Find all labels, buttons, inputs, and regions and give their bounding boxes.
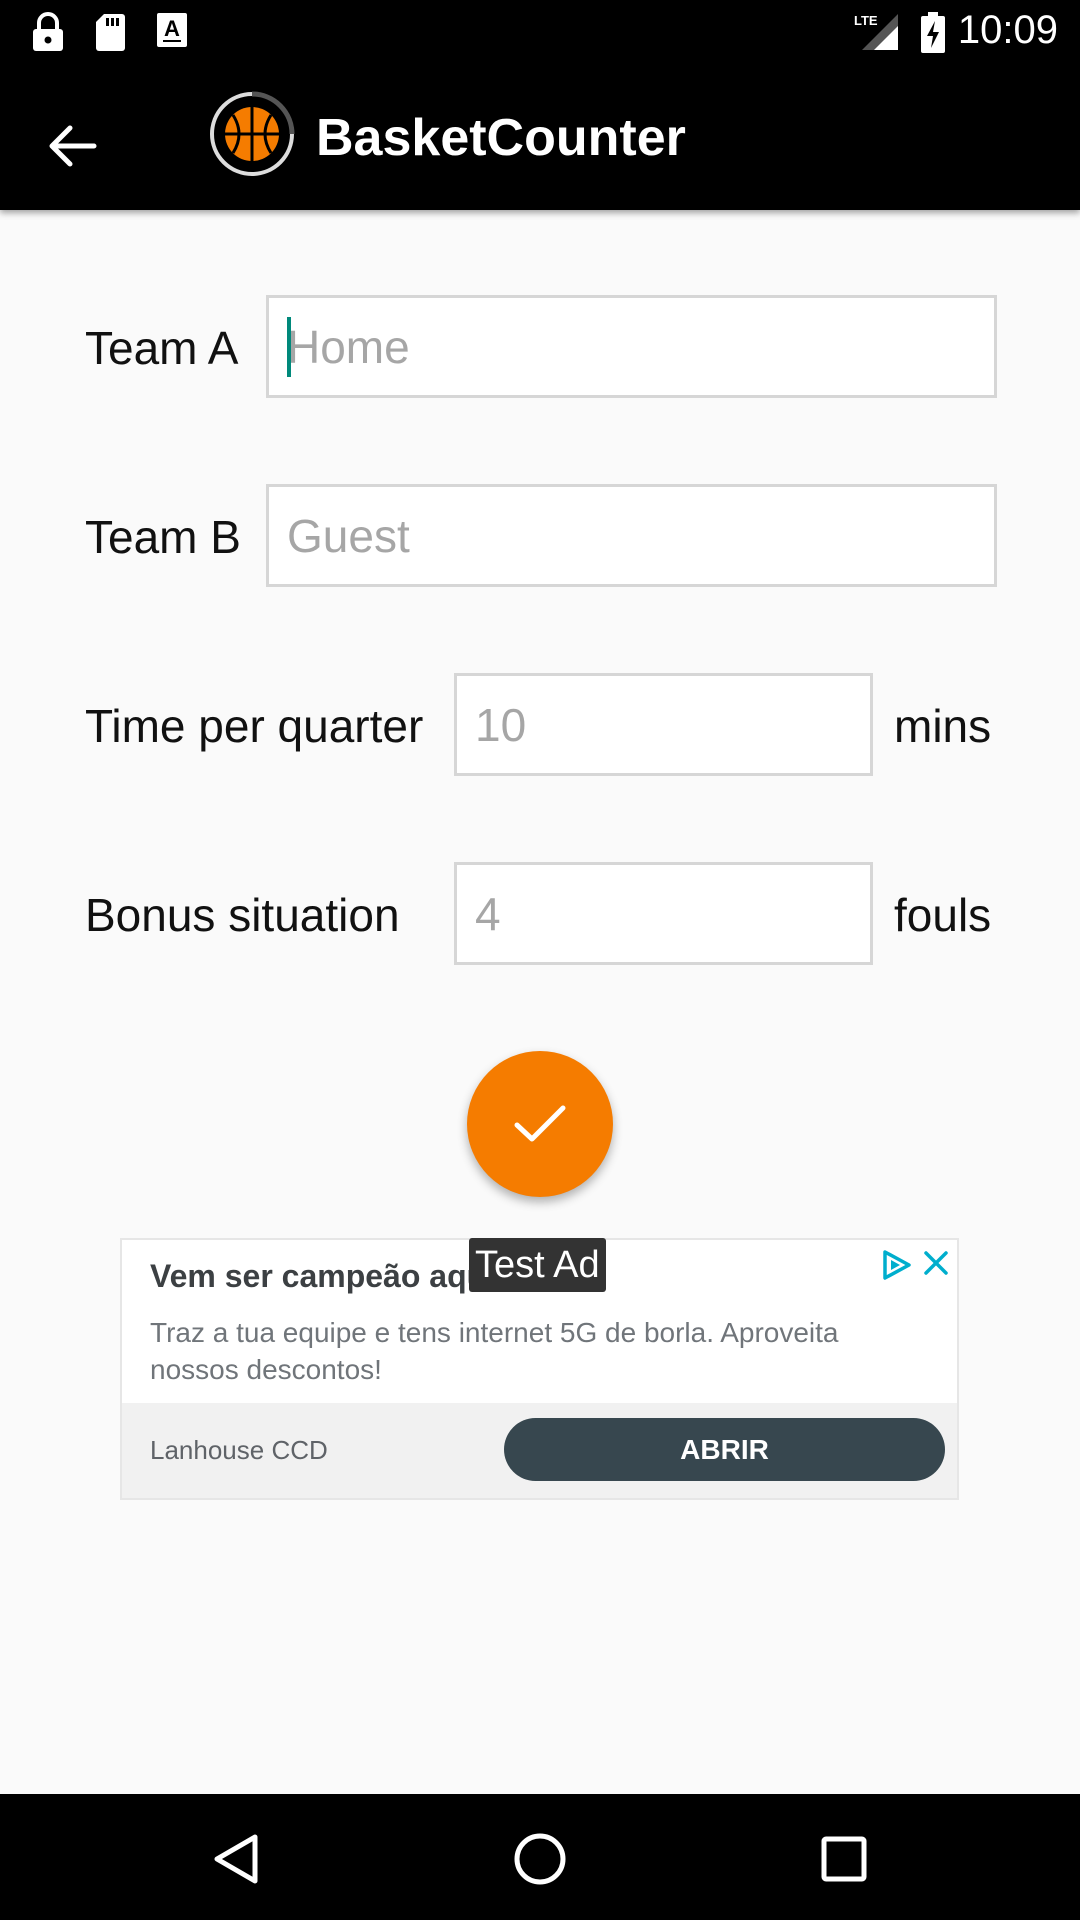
navigation-bar [0,1794,1080,1920]
nav-back-button[interactable] [201,1824,271,1894]
ad-choices-icon[interactable] [879,1248,913,1282]
close-icon[interactable] [921,1248,951,1278]
arrow-left-icon [49,125,97,167]
svg-text:LTE: LTE [854,13,878,28]
ad-footer: Lanhouse CCD ABRIR [122,1403,957,1498]
nav-home-button[interactable] [505,1824,575,1894]
basketball-logo-icon [210,91,295,176]
checkmark-icon [514,1105,566,1142]
team-b-input[interactable] [266,484,997,587]
ad-cta-button[interactable]: ABRIR [504,1418,945,1481]
battery-charging-icon [921,12,945,53]
nav-recents-button[interactable] [809,1824,879,1894]
team-a-label: Team A [85,322,239,374]
bonus-situation-label: Bonus situation [85,889,400,941]
back-button[interactable] [30,103,116,189]
lock-icon [33,12,63,51]
status-bar: A LTE 10:09 [0,0,1080,63]
team-a-input[interactable] [266,295,997,398]
time-unit-label: mins [894,700,992,752]
ad-body-text: Traz a tua equipe e tens internet 5G de … [150,1317,839,1385]
status-time: 10:09 [957,8,1058,52]
home-circle-icon [514,1833,566,1885]
team-b-label: Team B [85,511,241,563]
recents-square-icon [821,1836,867,1882]
confirm-button[interactable] [467,1051,613,1197]
time-per-quarter-input[interactable] [454,673,873,776]
lte-signal-icon: LTE [854,13,898,50]
test-ad-badge: Test Ad [469,1238,606,1292]
time-per-quarter-label: Time per quarter [85,700,424,752]
ad-advertiser: Lanhouse CCD [150,1435,328,1465]
text-a-icon: A [157,13,187,47]
svg-text:A: A [164,16,180,41]
back-triangle-icon [214,1834,258,1884]
sd-card-icon [96,14,125,51]
app-bar: BasketCounter [0,63,1080,210]
text-cursor [287,317,291,377]
app-title: BasketCounter [316,109,686,167]
fouls-unit-label: fouls [894,889,992,941]
bonus-situation-input[interactable] [454,862,873,965]
